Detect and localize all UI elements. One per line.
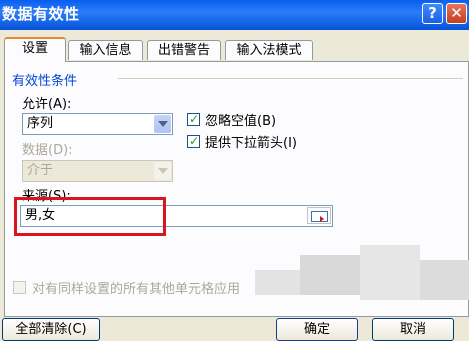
- range-selector-button[interactable]: [307, 207, 331, 224]
- allow-label: 允许(A):: [22, 97, 72, 112]
- help-button[interactable]: ?: [422, 3, 443, 24]
- collapse-dialog-icon: [311, 211, 328, 222]
- title-bar: 数据有效性 ? ✕: [0, 0, 469, 30]
- allow-select-value: 序列: [27, 116, 54, 131]
- obscured-region: [255, 270, 300, 295]
- highlight-annotation: [14, 197, 166, 236]
- checkmark-icon: ✓: [189, 112, 200, 126]
- allow-select[interactable]: 序列: [22, 113, 173, 135]
- checkmark-icon: ✓: [189, 134, 200, 148]
- obscured-region: [300, 255, 360, 295]
- tab-ime-mode[interactable]: 输入法模式: [225, 40, 313, 60]
- in-cell-dropdown-checkbox[interactable]: ✓: [187, 134, 200, 148]
- close-button[interactable]: ✕: [446, 3, 467, 24]
- chevron-down-icon: [158, 168, 168, 174]
- window-title: 数据有效性: [2, 5, 80, 23]
- data-select-value: 介于: [27, 163, 54, 178]
- allow-dropdown-button[interactable]: [154, 115, 171, 133]
- ok-button[interactable]: 确定: [276, 318, 358, 341]
- data-select: 介于: [22, 160, 173, 182]
- tab-input-message[interactable]: 输入信息: [68, 40, 143, 60]
- in-cell-dropdown-label: 提供下拉箭头(I): [205, 136, 297, 151]
- apply-all-label: 对有同样设置的所有其他单元格应用: [32, 282, 241, 297]
- group-divider: [118, 78, 463, 79]
- cancel-button[interactable]: 取消: [372, 318, 454, 341]
- arrow-icon: [320, 216, 324, 222]
- tab-settings[interactable]: 设置: [4, 37, 66, 62]
- validation-criteria-label: 有效性条件: [12, 70, 82, 89]
- ignore-blank-label: 忽略空值(B): [205, 114, 277, 129]
- data-dropdown-button: [154, 162, 171, 180]
- obscured-region: [420, 260, 469, 300]
- chevron-down-icon: [158, 121, 168, 127]
- data-label: 数据(D):: [22, 143, 73, 158]
- tab-error-alert[interactable]: 出错警告: [147, 40, 221, 60]
- apply-all-checkbox: [13, 281, 26, 294]
- clear-all-button[interactable]: 全部清除(C): [2, 318, 100, 341]
- obscured-region: [360, 245, 420, 300]
- ignore-blank-checkbox[interactable]: ✓: [187, 112, 200, 126]
